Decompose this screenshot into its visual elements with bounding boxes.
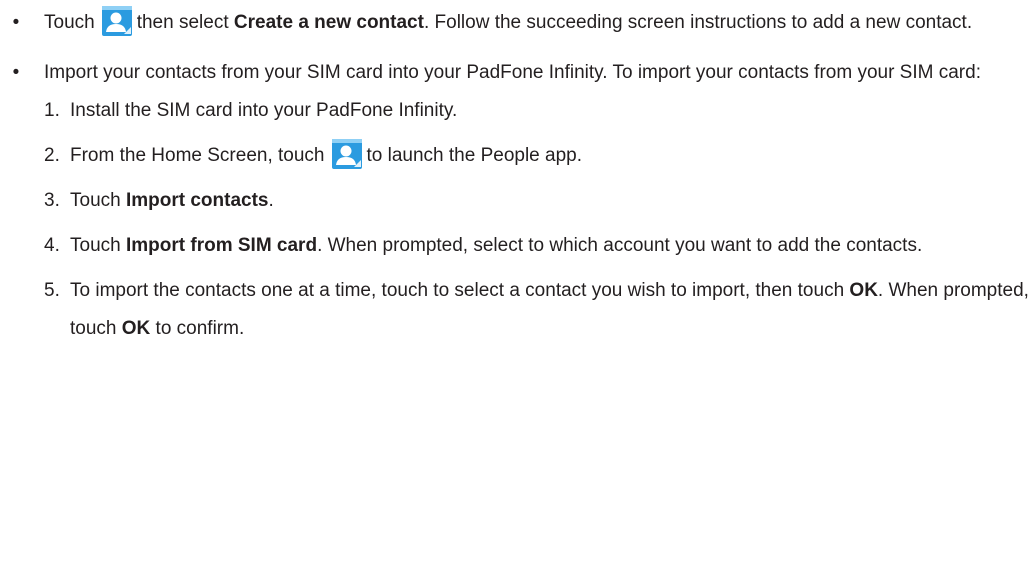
bullet-item-import-sim: • Import your contacts from your SIM car… — [0, 54, 1029, 348]
step-item-1: 1. Install the SIM card into your PadFon… — [44, 92, 1030, 130]
bullet-text-post: . Follow the succeeding screen instructi… — [423, 12, 973, 33]
step-text-post: to launch the People app. — [366, 145, 583, 166]
step-item-5: 5. To import the contacts one at a time,… — [44, 272, 1030, 348]
step-text-pre: From the Home Screen, touch — [70, 145, 325, 166]
step-text-pre: To import the contacts one at a time, to… — [70, 280, 845, 301]
ok-confirm-label: OK — [121, 318, 151, 339]
step-text-pre: Touch — [70, 235, 121, 256]
step-text-pre: Touch — [70, 190, 121, 211]
step-number: 2. — [44, 145, 60, 166]
step-item-4: 4. Touch Import from SIM card. When prom… — [44, 227, 1030, 265]
step-text-post: . — [268, 190, 274, 211]
step-number: 3. — [44, 190, 60, 211]
step-item-2: 2. From the Home Screen, touch to launch… — [44, 137, 1030, 175]
import-steps-list: 1. Install the SIM card into your PadFon… — [44, 92, 1029, 348]
people-app-icon — [101, 6, 132, 36]
bullet-item-create-contact: • Touch then select Create a new contact… — [0, 4, 1029, 42]
step-item-3: 3. Touch Import contacts. — [44, 182, 1030, 220]
create-contact-label: Create a new contact — [233, 12, 424, 33]
bullet-text-pre: Touch — [44, 12, 95, 33]
step-text: Install the SIM card into your PadFone I… — [70, 100, 458, 121]
step-text-post: to confirm. — [155, 318, 245, 339]
import-from-sim-label: Import from SIM card — [125, 235, 318, 256]
bullet-marker: • — [12, 62, 20, 83]
step-number: 4. — [44, 235, 60, 256]
step-text-post: . When prompted, select to which account… — [317, 235, 923, 256]
ok-label: OK — [849, 280, 878, 301]
step-number: 5. — [44, 280, 60, 301]
bullet-marker: • — [12, 12, 20, 33]
import-contacts-label: Import contacts — [125, 190, 269, 211]
bullet-text-mid: then select — [136, 12, 229, 33]
people-app-icon — [331, 139, 362, 169]
document-body: • Touch then select Create a new contact… — [0, 4, 1033, 360]
step-number: 1. — [44, 100, 60, 121]
bullet-text: Import your contacts from your SIM card … — [44, 62, 981, 83]
